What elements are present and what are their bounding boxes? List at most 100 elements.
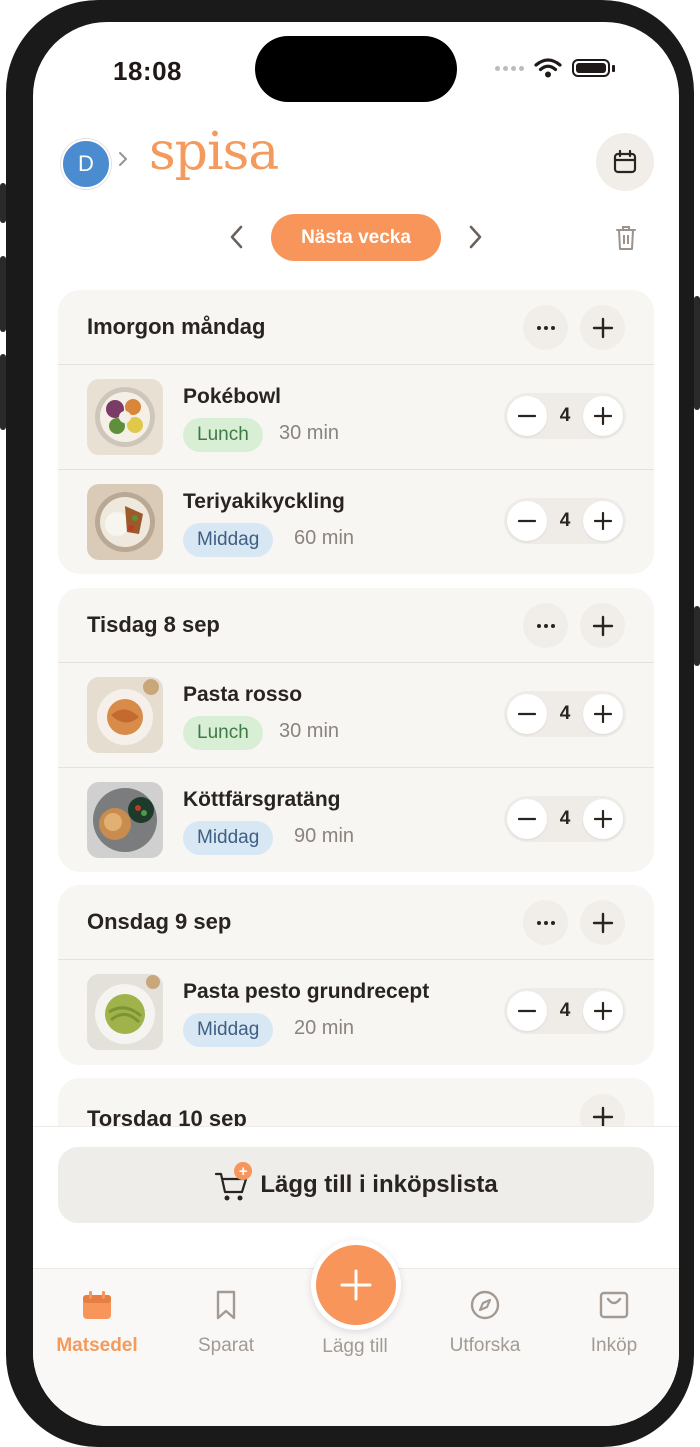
increase-servings-button[interactable]	[582, 501, 623, 541]
app-logo: spisa	[149, 122, 279, 182]
power-button	[694, 296, 700, 410]
meal-type-badge: Middag	[183, 523, 274, 557]
meal-type-badge: Middag	[183, 821, 274, 855]
increase-servings-button[interactable]	[582, 799, 623, 839]
tab-inkop[interactable]: Inköp	[554, 1289, 674, 1357]
plus-icon	[592, 615, 613, 636]
decrease-servings-button[interactable]	[507, 694, 547, 734]
week-selector[interactable]: Nästa vecka	[271, 214, 441, 261]
meal-row[interactable]: Pasta rosso Lunch 30 min 4	[58, 662, 654, 767]
action-button	[0, 183, 6, 223]
ellipsis-icon	[536, 325, 555, 330]
minus-icon	[518, 1009, 536, 1013]
plus-icon	[592, 1106, 613, 1127]
battery-tip	[612, 64, 615, 72]
add-meal-button[interactable]	[580, 900, 625, 945]
recipe-name: Teriyakikyckling	[183, 490, 345, 513]
cook-time: 90 min	[294, 825, 355, 847]
meal-type-badge: Middag	[183, 1013, 274, 1047]
day-title: Onsdag 9 sep	[87, 909, 232, 934]
bookmark-icon	[216, 1290, 236, 1320]
day-header: Onsdag 9 sep	[58, 885, 654, 959]
add-to-shopping-list-button[interactable]: + Lägg till i inköpslista	[58, 1147, 654, 1223]
calendar-icon	[613, 149, 637, 174]
calendar-button[interactable]	[596, 133, 654, 191]
volume-down-button	[0, 354, 6, 430]
more-options-button[interactable]	[523, 603, 568, 648]
recipe-name: Pasta pesto grundrecept	[183, 980, 430, 1003]
decrease-servings-button[interactable]	[507, 501, 547, 541]
plus-icon	[593, 512, 612, 530]
meal-type-badge: Lunch	[183, 418, 263, 452]
servings-stepper: 4	[504, 988, 626, 1034]
status-icons	[495, 58, 615, 78]
recipe-name: Pasta rosso	[183, 683, 303, 706]
servings-value: 4	[559, 510, 571, 531]
servings-value: 4	[559, 808, 571, 829]
chevron-right-icon	[119, 152, 127, 166]
increase-servings-button[interactable]	[582, 991, 623, 1031]
increase-servings-button[interactable]	[582, 396, 623, 436]
meal-row[interactable]: Pokébowl Lunch 30 min 4	[58, 364, 654, 469]
recipe-thumbnail	[87, 782, 163, 858]
add-recipe-fab[interactable]	[316, 1245, 396, 1325]
meal-row[interactable]: Köttfärsgratäng Middag 90 min 4	[58, 767, 654, 872]
more-options-button[interactable]	[523, 305, 568, 350]
ellipsis-icon	[536, 623, 555, 628]
add-meal-button[interactable]	[580, 305, 625, 350]
servings-value: 4	[559, 405, 571, 426]
previous-week-button[interactable]	[225, 222, 249, 252]
plus-icon	[593, 705, 612, 723]
minus-icon	[518, 817, 536, 821]
day-header: Tisdag 8 sep	[58, 588, 654, 662]
meal-row[interactable]: Pasta pesto grundrecept Middag 20 min 4	[58, 959, 654, 1064]
cellular-signal-icon	[495, 65, 524, 71]
tab-utforska[interactable]: Utforska	[425, 1289, 545, 1357]
servings-value: 4	[559, 1000, 571, 1021]
recipe-name: Pokébowl	[183, 385, 282, 408]
day-title: Tisdag 8 sep	[87, 612, 220, 637]
camera-control-button	[694, 606, 700, 666]
plus-icon	[592, 912, 613, 933]
recipe-name: Köttfärsgratäng	[183, 788, 341, 811]
minus-icon	[518, 519, 536, 523]
calendar-icon	[83, 1291, 111, 1319]
tab-label: Utforska	[449, 1335, 521, 1356]
recipe-thumbnail	[87, 484, 163, 560]
decrease-servings-button[interactable]	[507, 991, 547, 1031]
add-meal-button[interactable]	[580, 603, 625, 648]
plus-icon	[340, 1269, 372, 1301]
servings-stepper: 4	[504, 796, 626, 842]
battery-icon	[572, 59, 610, 77]
meal-type-badge: Lunch	[183, 716, 263, 750]
avatar-initial: D	[78, 151, 94, 176]
more-options-button[interactable]	[523, 900, 568, 945]
volume-up-button	[0, 256, 6, 332]
plus-icon	[593, 1002, 612, 1020]
day-card: Imorgon måndag Pokébowl Lunch 30 min 4 T…	[58, 290, 654, 574]
shopping-bag-icon	[599, 1291, 629, 1319]
servings-stepper: 4	[504, 393, 626, 439]
servings-stepper: 4	[504, 498, 626, 544]
increase-servings-button[interactable]	[582, 694, 623, 734]
phone-frame: 18:08 D spisa Nästa vecka Imorgon måndag…	[6, 0, 694, 1447]
tab-matsedel[interactable]: Matsedel	[37, 1289, 157, 1357]
decrease-servings-button[interactable]	[507, 799, 547, 839]
plus-icon	[593, 407, 612, 425]
next-week-button[interactable]	[463, 222, 487, 252]
compass-icon	[470, 1290, 500, 1320]
servings-stepper: 4	[504, 691, 626, 737]
recipe-thumbnail	[87, 677, 163, 753]
cook-time: 30 min	[279, 720, 340, 742]
shopping-button-label: Lägg till i inköpslista	[260, 1171, 498, 1198]
tab-lagg-till-label[interactable]: Lägg till	[295, 1336, 415, 1358]
recipe-thumbnail	[87, 974, 163, 1050]
decrease-servings-button[interactable]	[507, 396, 547, 436]
tab-label: Sparat	[198, 1335, 254, 1356]
tab-sparat[interactable]: Sparat	[166, 1289, 286, 1357]
cook-time: 20 min	[294, 1017, 355, 1039]
status-time: 18:08	[113, 56, 182, 86]
avatar[interactable]: D	[61, 139, 111, 189]
meal-row[interactable]: Teriyakikyckling Middag 60 min 4	[58, 469, 654, 574]
trash-icon[interactable]	[615, 224, 637, 252]
